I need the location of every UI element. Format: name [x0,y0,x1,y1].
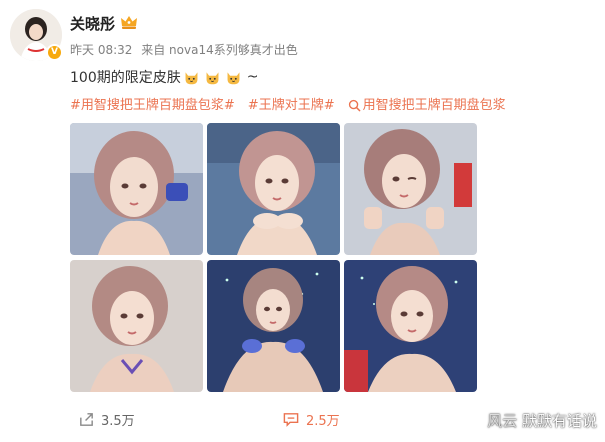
post-meta: 昨天 08:32 来自 nova14系列够真才出色 [70,41,303,58]
post-source: 来自 nova14系列够真才出色 [141,43,298,57]
post-body: 100期的限定皮肤 [70,70,181,86]
photo-thumbnail[interactable] [344,123,477,255]
post-body-tail: ~ [246,69,259,85]
avatar-container[interactable]: V [10,9,63,61]
comment-icon [283,413,299,427]
hashtag-link[interactable]: #王牌对王牌# [248,94,335,113]
post-text: 100期的限定皮肤 ~ [70,67,258,87]
crown-icon [121,16,137,29]
comment-button[interactable]: 2.5万 [282,410,340,429]
hashtag-row: #用智搜把王牌百期盘包浆# #王牌对王牌# 用智搜把王牌百期盘包浆 [70,94,519,113]
watermark-prefix: 风云 [487,412,518,430]
repost-count: 3.5万 [101,414,135,429]
watermark-text: 默默有话说 [521,412,597,430]
comment-count: 2.5万 [306,414,340,429]
cat-face-icon [185,71,198,84]
cat-face-icon [206,71,219,84]
photo-thumbnail[interactable] [70,260,203,392]
photo-thumbnail[interactable] [207,260,340,392]
repost-icon [80,413,93,426]
search-link-label: 用智搜把王牌百期盘包浆 [362,98,506,113]
verified-badge-icon: V [46,44,63,61]
username[interactable]: 关晓彤 [70,13,115,34]
hashtag-link[interactable]: #用智搜把王牌百期盘包浆# [70,94,235,113]
photo-thumbnail[interactable] [70,123,203,255]
search-icon [348,99,360,112]
search-link[interactable]: 用智搜把王牌百期盘包浆 [348,94,506,113]
cat-face-icon [227,71,240,84]
watermark: 风云 默默有话说 [487,410,597,431]
photo-thumbnail[interactable] [207,123,340,255]
photo-thumbnail[interactable] [344,260,477,392]
post-date[interactable]: 昨天 08:32 [70,43,132,57]
repost-button[interactable]: 3.5万 [78,410,135,429]
